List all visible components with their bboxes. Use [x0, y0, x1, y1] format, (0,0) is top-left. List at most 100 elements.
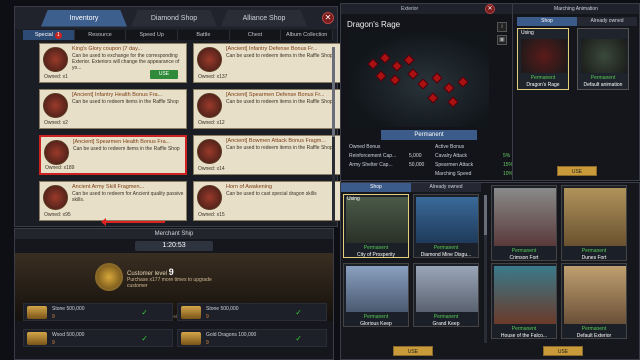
- inventory-item[interactable]: [Ancient] Spearmen Health Bonus Fra... C…: [39, 135, 187, 175]
- army-figures: [417, 72, 479, 112]
- inventory-subtabs: Special 1 Resource Speed Up Battle Chest …: [23, 30, 334, 40]
- stat-label: Spearmen Attack: [435, 162, 474, 168]
- tab-already-owned[interactable]: Already owned: [411, 183, 481, 192]
- inventory-item[interactable]: [Ancient] Spearmen Defense Bonus Fr... C…: [193, 89, 341, 129]
- exterior-card[interactable]: Permanent Diamond Mine Disgu...: [413, 194, 479, 258]
- item-title: [Ancient] Bowmen Attack Bonus Fragm...: [226, 138, 326, 144]
- tab-alliance-shop[interactable]: Alliance Shop: [221, 9, 307, 27]
- animation-preview: [581, 39, 627, 73]
- item-desc: Can be used to redeem items in the Raffl…: [226, 53, 333, 59]
- info-icon[interactable]: i: [497, 22, 507, 32]
- owned-bonus-label: Owned Bonus: [349, 144, 381, 150]
- merchant-offer[interactable]: Gold Dragons 100,000 9 ✓: [177, 329, 327, 347]
- subtab-battle[interactable]: Battle: [178, 30, 230, 40]
- use-button[interactable]: USE: [150, 70, 178, 79]
- use-button[interactable]: USE: [543, 346, 583, 356]
- wood-icon: [27, 332, 47, 345]
- animation-card[interactable]: Using Permanent Dragon's Rage: [517, 28, 569, 90]
- dragon-preview: [349, 32, 489, 127]
- exterior-card[interactable]: Permanent House of the Falco...: [491, 263, 557, 339]
- merchant-offer[interactable]: Stone 500,000 9 ✓: [23, 303, 173, 321]
- permanent-banner: Permanent: [381, 130, 477, 140]
- exterior-preview: [416, 197, 478, 243]
- march-shop-tabs: Shop Already owned: [517, 17, 637, 26]
- merchant-panel: Merchant Ship 1:20:53 Customer level 9 P…: [14, 228, 334, 360]
- inventory-tabbar: Inventory Diamond Shop Alliance Shop: [15, 7, 337, 29]
- skill-fragment-icon: [43, 185, 68, 210]
- fragment-icon: [44, 140, 69, 165]
- close-icon[interactable]: ✕: [485, 4, 495, 14]
- offer-name: Stone 500,000: [206, 306, 239, 312]
- card-name: Diamond Mine Disgu...: [420, 252, 472, 258]
- merchant-offer[interactable]: Stone 500,000 9 ✓: [177, 303, 327, 321]
- tab-shop[interactable]: Shop: [341, 183, 411, 192]
- tab-diamond-shop[interactable]: Diamond Shop: [131, 9, 217, 27]
- card-status: Permanent: [433, 245, 459, 251]
- exterior-preview: [564, 266, 626, 324]
- inventory-item[interactable]: King's Glory coupon (7 day... Can be use…: [39, 43, 187, 83]
- use-button[interactable]: USE: [393, 346, 433, 356]
- coupon-icon: [43, 47, 68, 72]
- exterior-card[interactable]: Permanent Grand Keep: [413, 263, 479, 327]
- stat-row: Marching Speed 10%: [435, 171, 515, 177]
- merchant-offer[interactable]: Wood 500,000 9 ✓: [23, 329, 173, 347]
- tab-marching-animation[interactable]: Marching Animation: [513, 4, 639, 14]
- using-label: Using: [347, 196, 360, 202]
- close-icon[interactable]: ✕: [322, 12, 334, 24]
- item-owned: Owned: x137: [198, 74, 228, 80]
- animation-card[interactable]: Permanent Default animation: [577, 28, 629, 90]
- stat-row: Reinforcement Cap... 5,000: [349, 153, 429, 159]
- card-status: Permanent: [363, 245, 389, 251]
- exterior-preview: [564, 188, 626, 246]
- scrollbar[interactable]: [484, 195, 487, 343]
- subtab-resource[interactable]: Resource: [75, 30, 127, 40]
- subtab-special-label: Special: [34, 32, 53, 38]
- item-title: Horn of Awakening: [226, 184, 273, 190]
- inventory-item[interactable]: Horn of Awakening Can be used to cast sp…: [193, 181, 341, 221]
- inventory-item[interactable]: [Ancient] Infantry Defense Bonus Fr... C…: [193, 43, 341, 83]
- offer-cost: 9: [206, 340, 209, 346]
- item-title: [Ancient] Spearmen Defense Bonus Fr...: [226, 92, 325, 98]
- inventory-item[interactable]: Ancient Army Skill Fragmen... Can be use…: [39, 181, 187, 221]
- subtab-chest[interactable]: Chest: [230, 30, 282, 40]
- using-label: Using: [521, 30, 534, 36]
- item-owned: Owned: x189: [45, 165, 75, 171]
- exterior-card[interactable]: Permanent Default Exterior: [561, 263, 627, 339]
- subtab-album-collection[interactable]: Album Collection: [281, 30, 334, 40]
- item-owned: Owned: x95: [44, 212, 71, 218]
- scrollbar[interactable]: [332, 47, 335, 222]
- preview-icon[interactable]: ▣: [497, 35, 507, 45]
- card-name: Default animation: [583, 82, 623, 88]
- card-name: Grand Keep: [432, 321, 460, 327]
- scrollbar-thumb[interactable]: [484, 195, 487, 235]
- exterior-card[interactable]: Permanent Glorious Keep: [343, 263, 409, 327]
- purchase-text: Purchase x177 more times to upgrade cust…: [127, 277, 212, 289]
- stat-label: Army Shelter Cap...: [349, 162, 393, 168]
- inventory-item[interactable]: [Ancient] Infantry Health Bonus Fra... C…: [39, 89, 187, 129]
- item-desc: Can be used to redeem items in the Raffl…: [73, 146, 180, 152]
- subtab-speed-up[interactable]: Speed Up: [126, 30, 179, 40]
- stone-icon: [181, 306, 201, 319]
- item-desc: Can be used to redeem items in the Raffl…: [226, 145, 333, 151]
- card-name: Crimson Fort: [509, 255, 539, 261]
- exterior-card[interactable]: Permanent Crimson Fort: [491, 185, 557, 261]
- card-status: Permanent: [363, 314, 389, 320]
- tab-shop[interactable]: Shop: [517, 17, 577, 26]
- stat-row: Spearmen Attack 15%: [435, 162, 515, 168]
- inventory-item[interactable]: [Ancient] Bowmen Attack Bonus Fragm... C…: [193, 135, 341, 175]
- scrollbar-thumb[interactable]: [332, 47, 335, 137]
- tab-inventory[interactable]: Inventory: [41, 9, 127, 27]
- customer-emblem-icon: [95, 263, 123, 291]
- tab-exterior[interactable]: Exterior: [401, 4, 418, 14]
- exterior-card[interactable]: Using Permanent City of Prosperity: [343, 194, 409, 258]
- item-title: [Ancient] Infantry Health Bonus Fra...: [72, 92, 163, 98]
- tab-already-owned[interactable]: Already owned: [577, 17, 637, 26]
- skin-title: Dragon's Rage: [347, 20, 401, 29]
- subtab-special[interactable]: Special 1: [23, 30, 75, 40]
- offer-cost: 9: [52, 340, 55, 346]
- item-desc: Can be used to cast special dragon skill…: [226, 191, 317, 197]
- item-owned: Owned: x2: [44, 120, 68, 126]
- exterior-card[interactable]: Permanent Dunes Fort: [561, 185, 627, 261]
- exterior-preview: [494, 188, 556, 246]
- use-button[interactable]: USE: [557, 166, 597, 176]
